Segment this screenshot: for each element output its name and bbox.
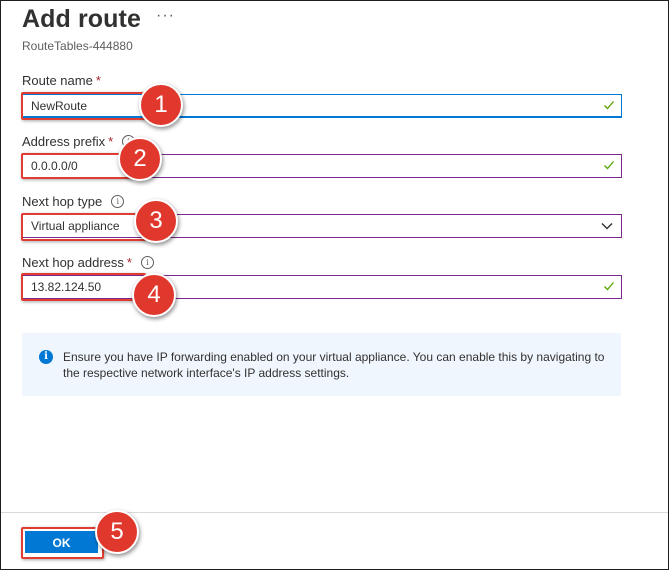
step-badge-5: 5 [95, 510, 139, 554]
address-prefix-label: Address prefix * i [22, 134, 136, 149]
step-badge-3: 3 [134, 199, 178, 243]
info-message-box: i Ensure you have IP forwarding enabled … [22, 333, 621, 396]
step-badge-2: 2 [118, 137, 162, 181]
valid-check-icon [604, 101, 614, 110]
next-hop-type-label: Next hop type i [22, 194, 125, 209]
required-asterisk: * [126, 255, 132, 270]
next-hop-address-label: Next hop address * i [22, 255, 154, 270]
route-name-label-text: Route name [22, 73, 93, 88]
step-badge-4: 4 [132, 273, 176, 317]
info-icon: i [39, 350, 53, 364]
valid-check-icon [604, 161, 614, 170]
info-icon[interactable]: i [111, 195, 125, 208]
highlight-route-name [21, 92, 146, 120]
highlight-address-prefix [21, 153, 133, 179]
next-hop-address-label-text: Next hop address [22, 255, 124, 270]
footer-divider [1, 512, 668, 513]
required-asterisk: * [95, 73, 101, 88]
required-asterisk: * [108, 134, 114, 149]
next-hop-type-label-text: Next hop type [22, 194, 103, 209]
highlight-next-hop-address [21, 273, 146, 301]
valid-check-icon [604, 282, 614, 291]
address-prefix-label-text: Address prefix [22, 134, 106, 149]
route-name-label: Route name * [22, 73, 101, 88]
step-badge-1: 1 [139, 83, 183, 127]
chevron-down-icon [601, 223, 613, 230]
highlight-ok-button [21, 527, 104, 559]
page-title: Add route [22, 5, 141, 33]
add-route-panel: Add route ··· RouteTables-444880 Route n… [0, 0, 669, 570]
highlight-next-hop-type [21, 213, 146, 241]
resource-subtitle: RouteTables-444880 [22, 39, 133, 53]
info-message-text: Ensure you have IP forwarding enabled on… [63, 350, 605, 380]
more-options-icon[interactable]: ··· [156, 7, 175, 25]
info-icon[interactable]: i [140, 256, 154, 269]
